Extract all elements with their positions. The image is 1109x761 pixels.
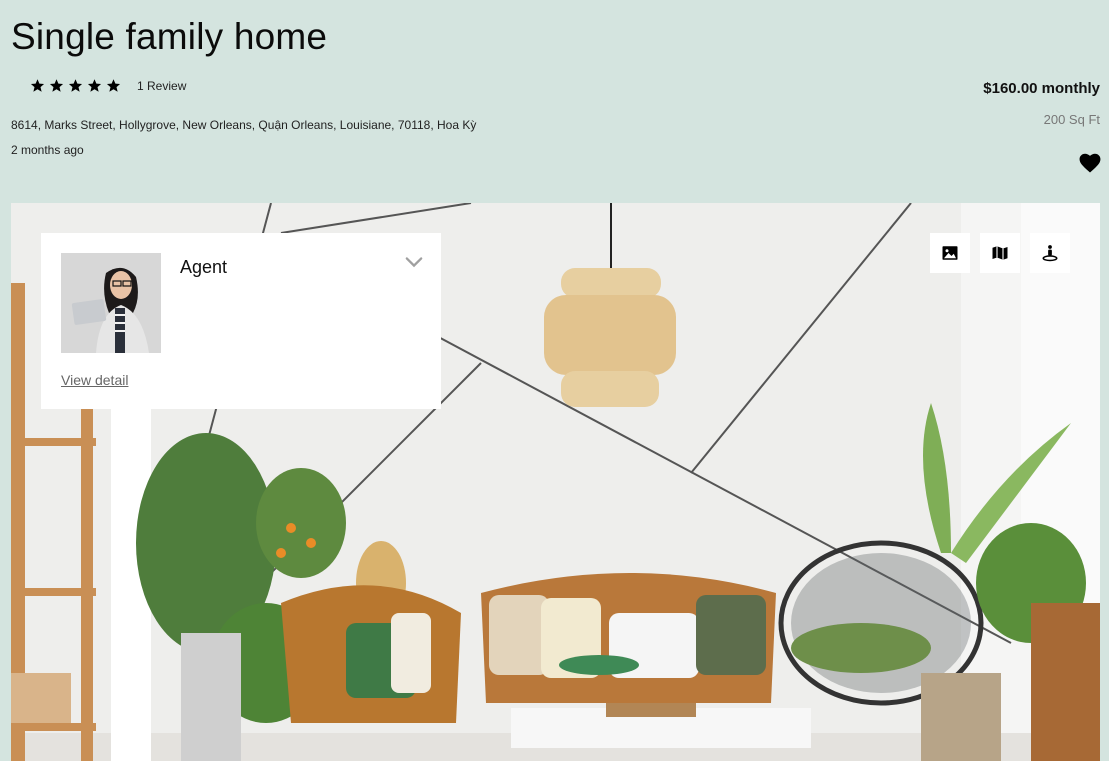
page-title: Single family home	[11, 16, 328, 57]
rating: 1 Review	[30, 78, 186, 93]
star-icon	[49, 79, 64, 92]
chevron-down-icon[interactable]	[405, 255, 423, 269]
star-rating	[30, 78, 121, 93]
street-view-button[interactable]	[1030, 233, 1070, 273]
property-photo[interactable]: Agent View detail	[11, 203, 1100, 761]
star-icon	[106, 79, 121, 92]
street-view-icon	[1042, 245, 1058, 262]
star-icon	[30, 79, 45, 92]
address: 8614, Marks Street, Hollygrove, New Orle…	[11, 118, 477, 132]
map-icon	[992, 246, 1008, 260]
image-icon	[942, 246, 958, 260]
agent-card: Agent View detail	[41, 233, 441, 409]
agent-portrait	[61, 253, 161, 353]
map-view-button[interactable]	[980, 233, 1020, 273]
photo-view-button[interactable]	[930, 233, 970, 273]
posted-time: 2 months ago	[11, 143, 84, 157]
star-icon	[87, 79, 102, 92]
view-detail-link[interactable]: View detail	[61, 372, 128, 388]
agent-avatar	[61, 253, 161, 353]
price: $160.00 monthly	[983, 80, 1100, 97]
agent-label: Agent	[180, 257, 228, 277]
floor-area: 200 Sq Ft	[1043, 112, 1100, 127]
review-count[interactable]: 1 Review	[137, 79, 186, 93]
heart-icon[interactable]	[1079, 153, 1101, 173]
star-icon	[68, 79, 83, 92]
